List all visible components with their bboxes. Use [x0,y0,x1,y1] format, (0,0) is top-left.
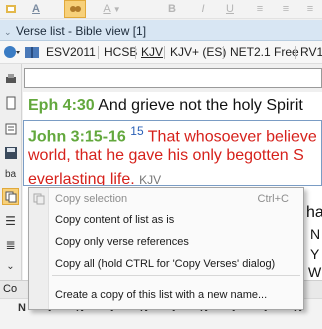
underline-button[interactable]: U [222,0,238,18]
book-icon[interactable] [24,46,40,59]
bible-versions-bar: ESV2011 HCSB KJV KJV+ (ES) NET2.1 Free R… [0,41,322,64]
version-tag: KJV [139,173,162,186]
verse-number: 15 [130,124,144,138]
align-left-icon[interactable]: ≡ [252,0,268,18]
verse-reference[interactable]: John 3:15-16 [28,128,126,145]
menu-item-create-copy[interactable]: Create a copy of this list with a new na… [50,285,303,306]
version-separator [223,46,224,59]
text-color-button[interactable]: A ▼ [102,0,122,18]
verse-text: That whosoever believe [147,128,317,146]
menu-item-copy-selection[interactable]: Copy selection Ctrl+C [33,189,303,210]
verse-text-fragment: W [308,264,322,280]
version-separator [295,46,296,59]
collapse-icon[interactable]: ⌄ [4,27,12,38]
align-right-icon[interactable]: ≡ [302,0,318,18]
verse-text-fragment: N [310,226,321,242]
columns-icon[interactable]: ≣ [2,236,19,253]
version-kjv-plus[interactable]: KJV+ (ES) [170,45,226,59]
formatting-toolbar: A A ▼ B I U ≡ ≡ ≡ [0,0,322,19]
copy-icon[interactable] [2,188,19,205]
menu-icon-gutter [29,188,49,309]
menu-item-label: Copy selection [55,193,128,205]
italic-button[interactable]: I [196,0,210,18]
menu-item-shortcut: Ctrl+C [257,193,289,205]
chevron-down-icon[interactable]: ⌄ [2,258,19,275]
version-separator [135,46,136,59]
letter-item[interactable]: N [18,302,26,314]
window-titlebar: ⌄ Verse list - Bible view [1] [0,20,322,41]
verse-text-fragment: ha [306,204,322,221]
menu-item-label: Copy content of list as is [55,214,175,226]
menu-item-label: Create a copy of this list with a new na… [55,289,268,301]
menu-item-label: Copy only verse references [55,236,189,248]
version-esv2011[interactable]: ESV2011 [46,45,96,59]
document-icon[interactable] [2,94,19,111]
verse-text: And grieve not the holy Spirit [98,97,303,114]
text-size-icon[interactable]: ba [2,166,19,183]
window-title: Verse list - Bible view [1] [16,24,147,38]
verse-text: world, that he gave his only begotten S [28,147,304,164]
list-view-icon[interactable]: ☰ [2,212,19,229]
panel-label[interactable]: Co [3,283,17,295]
verse-reference[interactable]: Eph 4:30 [28,97,95,114]
underline-color-icon[interactable]: A [26,0,46,18]
list-item[interactable]: Eph 4:30 And grieve not the holy Spirit [28,97,303,115]
version-separator [164,46,165,59]
verse-line: everlasting life. KJV [28,171,162,186]
context-menu: Copy selection Ctrl+C Copy content of li… [28,187,304,310]
version-rv10[interactable]: RV10 [300,45,322,59]
menu-item-copy-content[interactable]: Copy content of list as is [50,210,303,231]
verse-text-fragment: Y [310,246,320,262]
save-icon[interactable] [2,144,19,161]
list-item[interactable]: John 3:15-16 15 That whosoever believe w… [23,120,322,186]
version-hcsb[interactable]: HCSB [104,45,137,59]
version-kjv[interactable]: KJV [141,45,163,59]
verse-text: everlasting life. [28,171,135,186]
print-icon[interactable] [2,70,19,87]
menu-item-copy-all[interactable]: Copy all (hold CTRL for 'Copy Verses' di… [50,254,303,275]
bold-button[interactable]: B [164,0,180,18]
text-color-label: A [103,3,111,15]
highlight-icon[interactable] [2,0,20,18]
edit-list-icon[interactable] [2,120,19,137]
version-separator [98,46,99,59]
menu-item-label: Copy all (hold CTRL for 'Copy Verses' di… [55,258,276,270]
copy-icon [33,193,45,205]
versions-menu-icon[interactable] [3,45,21,60]
align-center-icon[interactable]: ≡ [278,0,294,18]
menu-separator [52,275,300,276]
filter-input[interactable] [24,68,322,88]
menu-item-copy-references[interactable]: Copy only verse references [50,232,303,253]
pin-icon[interactable] [64,0,86,18]
verse-line: John 3:15-16 15 That whosoever believe [28,124,317,146]
version-net21-free[interactable]: NET2.1 Free [230,45,299,59]
